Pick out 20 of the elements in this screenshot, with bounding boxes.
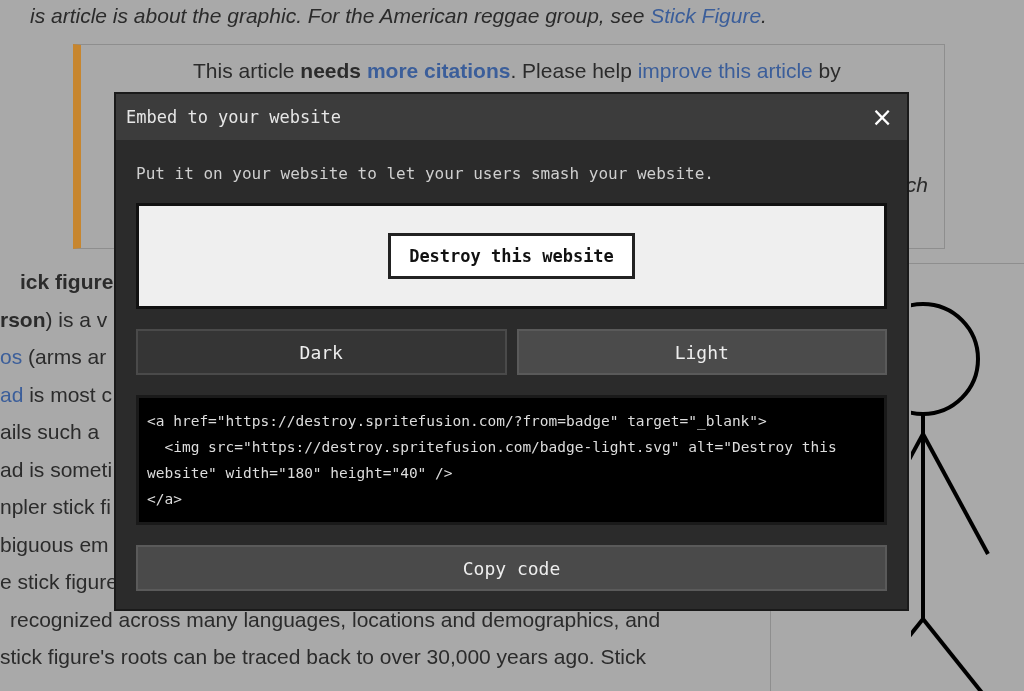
article-text-line: rson) is a v — [0, 306, 108, 333]
destroy-website-badge[interactable]: Destroy this website — [388, 233, 635, 279]
article-text-line: recognized across many languages, locations and demographics, and — [9, 606, 661, 633]
theme-toggle-button[interactable]: Light — [516, 329, 887, 375]
copy-code-button[interactable]: Copy code — [136, 545, 887, 591]
dialog-description: Put it on your website to let your users smash your website. — [136, 164, 715, 183]
article-text-line: ad is someti — [0, 456, 113, 483]
theme-toggle-button[interactable]: Dark — [136, 329, 507, 375]
article-text-line: biguous em — [0, 531, 109, 558]
article-text-line: os (arms ar — [0, 344, 107, 370]
banner-text: This article needs more citations. Please help improve this article by — [192, 58, 842, 83]
close-button[interactable]: × — [867, 102, 897, 132]
dialog-title: Embed to your website — [126, 107, 341, 127]
article-text-line: ick figure — [19, 269, 114, 295]
article-text-line: npler stick fi — [0, 494, 111, 520]
embed-code-block: <a href="https://destroy.spritefusion.com/?from=badge" target="_blank"> <img src="https://destroy.spritefusion.com/badge-light.svg" alt="Destroy this website" width="180" height="40" /> </a> — [136, 395, 887, 525]
article-text-line: ad is most c — [0, 381, 113, 408]
hatnote-text: is article is about the graphic. For the American reggae group, see Stick Figure. — [29, 3, 768, 29]
article-text-line: stick figure's roots can be traced back to over 30,000 years ago. Stick — [0, 644, 646, 670]
article-text-line: ails such a — [0, 419, 100, 445]
